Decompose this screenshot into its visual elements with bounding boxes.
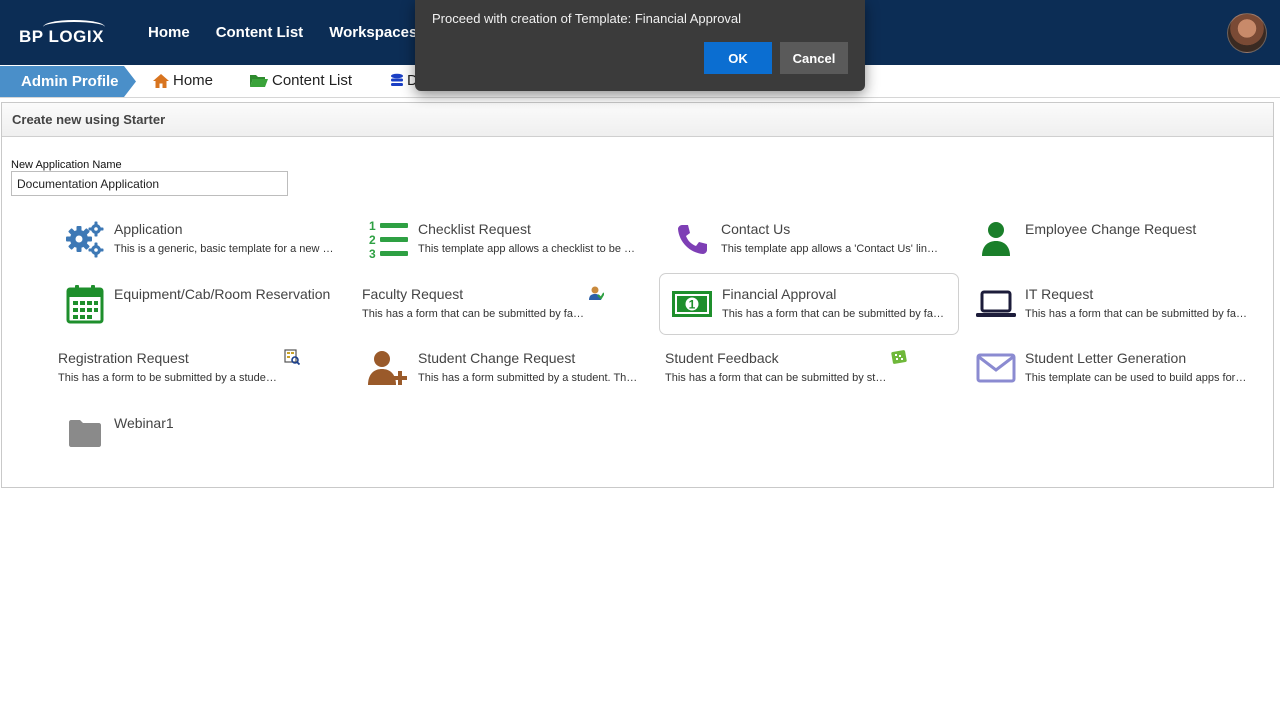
template-title: Webinar1 bbox=[114, 415, 174, 431]
template-title: IT Request bbox=[1025, 286, 1094, 302]
template-registration-request[interactable]: Registration Request This has a form to … bbox=[58, 342, 358, 404]
svg-text:1: 1 bbox=[689, 298, 696, 312]
breadcrumb-content-list[interactable]: Content List bbox=[249, 72, 352, 89]
template-title: Employee Change Request bbox=[1025, 221, 1197, 237]
app-name-input[interactable] bbox=[11, 171, 288, 196]
template-faculty-request[interactable]: Faculty Request This has a form that can… bbox=[362, 278, 662, 340]
breadcrumb-home-label: Home bbox=[173, 72, 214, 89]
phone-icon bbox=[670, 217, 714, 261]
template-equipment-reservation[interactable]: Equipment/Cab/Room Reservation bbox=[58, 278, 358, 340]
svg-text:2: 2 bbox=[369, 233, 376, 247]
template-student-letter-generation[interactable]: Student Letter Generation This template … bbox=[969, 342, 1269, 404]
faculty-badge-icon bbox=[588, 285, 605, 301]
folder-icon bbox=[63, 411, 107, 455]
breadcrumb-home[interactable]: Home bbox=[152, 72, 213, 89]
template-title: Registration Request bbox=[58, 350, 189, 366]
template-desc: This template can be used to build apps … bbox=[1025, 372, 1247, 384]
breadcrumb-admin-profile[interactable]: Admin Profile bbox=[0, 66, 136, 97]
template-desc: This is a generic, basic template for a … bbox=[114, 243, 336, 255]
breadcrumb-content-list-label: Content List bbox=[272, 72, 353, 89]
logo-text: BP LOGIX bbox=[19, 27, 104, 46]
confirm-dialog: Proceed with creation of Template: Finan… bbox=[415, 0, 865, 91]
envelope-icon bbox=[974, 346, 1018, 390]
dialog-message: Proceed with creation of Template: Finan… bbox=[432, 11, 742, 26]
template-contact-us[interactable]: Contact Us This template app allows a 'C… bbox=[665, 213, 965, 275]
panel-title: Create new using Starter bbox=[2, 103, 1273, 137]
nav-content-list[interactable]: Content List bbox=[216, 24, 304, 41]
checklist-icon: 123 bbox=[367, 217, 411, 261]
registration-badge-icon bbox=[284, 349, 301, 366]
template-desc: This has a form that can be submitted by… bbox=[665, 372, 887, 384]
create-starter-panel: Create new using Starter New Application… bbox=[1, 102, 1274, 488]
template-title: Student Letter Generation bbox=[1025, 350, 1187, 366]
template-desc: This has a form that can be submitted by… bbox=[1025, 308, 1247, 320]
template-desc: This template app allows a checklist to … bbox=[418, 243, 640, 255]
template-financial-approval[interactable]: 1 Financial Approval This has a form tha… bbox=[659, 273, 959, 335]
app-name-label: New Application Name bbox=[11, 159, 122, 171]
person-add-icon bbox=[367, 346, 411, 390]
home-icon bbox=[153, 73, 169, 88]
template-title: Equipment/Cab/Room Reservation bbox=[114, 286, 331, 302]
money-icon: 1 bbox=[670, 282, 714, 326]
ok-button[interactable]: OK bbox=[704, 42, 772, 74]
template-webinar1[interactable]: Webinar1 bbox=[58, 407, 358, 469]
user-avatar[interactable] bbox=[1227, 13, 1267, 53]
template-title: Financial Approval bbox=[722, 286, 837, 302]
template-title: Student Feedback bbox=[665, 350, 779, 366]
template-employee-change-request[interactable]: Employee Change Request bbox=[969, 213, 1269, 275]
template-student-feedback[interactable]: Student Feedback This has a form that ca… bbox=[665, 342, 965, 404]
template-student-change-request[interactable]: Student Change Request This has a form s… bbox=[362, 342, 662, 404]
template-desc: This has a form submitted by a student. … bbox=[418, 372, 640, 384]
breadcrumb-data[interactable]: D bbox=[390, 72, 418, 89]
template-title: Contact Us bbox=[721, 221, 791, 237]
template-desc: This has a form that can be submitted by… bbox=[362, 308, 584, 320]
database-icon bbox=[391, 73, 403, 86]
nav-home[interactable]: Home bbox=[148, 24, 190, 41]
svg-text:3: 3 bbox=[369, 247, 376, 259]
cancel-button[interactable]: Cancel bbox=[780, 42, 848, 74]
template-title: Student Change Request bbox=[418, 350, 576, 366]
folder-open-icon bbox=[250, 74, 268, 87]
template-desc: This has a form that can be submitted by… bbox=[722, 308, 944, 320]
template-desc: This has a form to be submitted by a stu… bbox=[58, 372, 280, 384]
calendar-icon bbox=[63, 282, 107, 326]
template-desc: This template app allows a 'Contact Us' … bbox=[721, 243, 943, 255]
template-application[interactable]: Application This is a generic, basic tem… bbox=[58, 213, 358, 275]
nav-workspaces[interactable]: Workspaces bbox=[329, 24, 417, 41]
svg-text:1: 1 bbox=[369, 219, 376, 233]
top-nav: Home Content List Workspaces bbox=[148, 24, 417, 41]
person-icon bbox=[974, 217, 1018, 261]
template-it-request[interactable]: IT Request This has a form that can be s… bbox=[969, 278, 1269, 340]
laptop-icon bbox=[974, 282, 1018, 326]
bp-logix-logo[interactable]: BP LOGIX bbox=[19, 20, 109, 46]
template-title: Faculty Request bbox=[362, 286, 464, 302]
gears-icon bbox=[63, 217, 107, 261]
template-title: Application bbox=[114, 221, 183, 237]
feedback-badge-icon bbox=[891, 349, 907, 365]
template-checklist-request[interactable]: 123 Checklist Request This template app … bbox=[362, 213, 662, 275]
template-title: Checklist Request bbox=[418, 221, 531, 237]
